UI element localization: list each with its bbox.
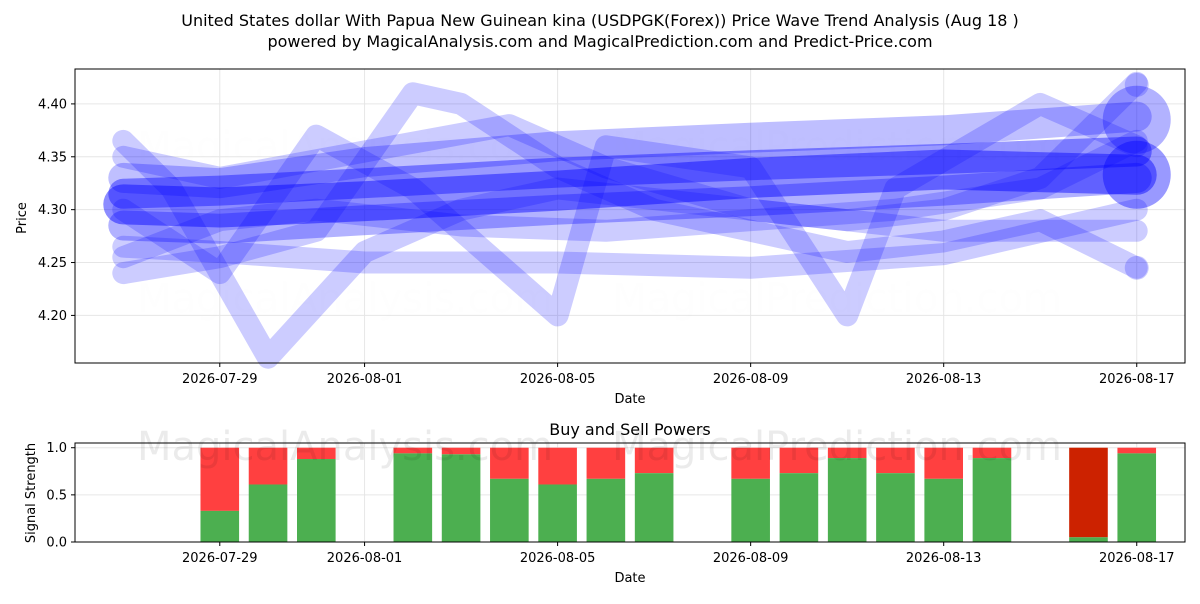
price-y-tick-label: 4.35	[38, 150, 67, 165]
price-x-tick-label: 2026-08-13	[906, 372, 982, 387]
buy-power-bar	[297, 459, 336, 542]
buy-power-bar	[827, 458, 867, 542]
buy-power-bar	[490, 478, 529, 542]
price-wave-endpoint	[1102, 140, 1171, 209]
price-y-tick-label: 4.30	[38, 203, 67, 218]
price-y-axis-label: Price	[15, 202, 30, 234]
watermark-analysis-bottom: MagicalAnalysis.com	[137, 424, 553, 470]
power-y-tick-label: 0.5	[46, 488, 67, 503]
chart-canvas: United States dollar With Papua New Guin…	[15, 11, 1186, 586]
buy-power-bar	[248, 484, 288, 542]
power-y-tick-label: 0.0	[46, 536, 67, 551]
buy-power-bar	[924, 478, 963, 542]
buy-power-bar	[972, 458, 1012, 542]
price-x-axis-label: Date	[614, 392, 645, 407]
buy-power-bar	[731, 478, 770, 542]
power-x-axis-label: Date	[614, 571, 645, 586]
power-x-tick-label: 2026-07-29	[182, 551, 258, 566]
chart-subtitle: powered by MagicalAnalysis.com and Magic…	[267, 32, 932, 51]
price-y-tick-label: 4.40	[38, 97, 67, 112]
buy-power-bar	[1069, 537, 1108, 542]
sell-power-bar	[1117, 447, 1157, 454]
buy-power-bar	[1117, 453, 1157, 542]
power-x-ticks: 2026-07-29 2026-08-01 2026-08-05 2026-08-09…	[182, 542, 1175, 566]
price-y-tick-label: 4.20	[38, 309, 67, 324]
price-wave-endpoint	[1124, 255, 1149, 280]
price-y-ticks: 4.20 4.25 4.30 4.35 4.40	[38, 97, 75, 324]
price-x-tick-label: 2026-08-17	[1099, 372, 1175, 387]
buy-power-bar	[779, 473, 819, 542]
power-y-tick-label: 1.0	[46, 441, 67, 456]
power-x-tick-label: 2026-08-05	[520, 551, 596, 566]
sell-power-bar	[1069, 447, 1108, 538]
price-x-tick-label: 2026-08-05	[520, 372, 596, 387]
power-x-tick-label: 2026-08-13	[906, 551, 982, 566]
price-x-tick-label: 2026-08-09	[713, 372, 789, 387]
power-x-tick-label: 2026-08-17	[1099, 551, 1175, 566]
power-x-tick-label: 2026-08-09	[713, 551, 789, 566]
power-x-tick-label: 2026-08-01	[327, 551, 403, 566]
chart-root: United States dollar With Papua New Guin…	[0, 0, 1200, 600]
buy-power-bar	[876, 473, 915, 542]
watermark-prediction-bottom: MagicalPrediction.com	[612, 424, 1062, 470]
power-y-ticks: 0.0 0.5 1.0	[46, 441, 75, 551]
price-x-ticks: 2026-07-29 2026-08-01 2026-08-05 2026-08-09…	[182, 363, 1175, 387]
price-y-tick-label: 4.25	[38, 256, 67, 271]
buy-power-bar	[538, 484, 577, 542]
buy-power-bar	[200, 510, 240, 542]
buy-power-bar	[634, 473, 674, 542]
price-wave-endpoint	[1124, 72, 1149, 97]
power-y-axis-label: Signal Strength	[24, 443, 39, 543]
price-x-tick-label: 2026-08-01	[327, 372, 403, 387]
price-x-tick-label: 2026-07-29	[182, 372, 258, 387]
chart-title: United States dollar With Papua New Guin…	[181, 11, 1019, 30]
buy-power-bar	[586, 478, 626, 542]
